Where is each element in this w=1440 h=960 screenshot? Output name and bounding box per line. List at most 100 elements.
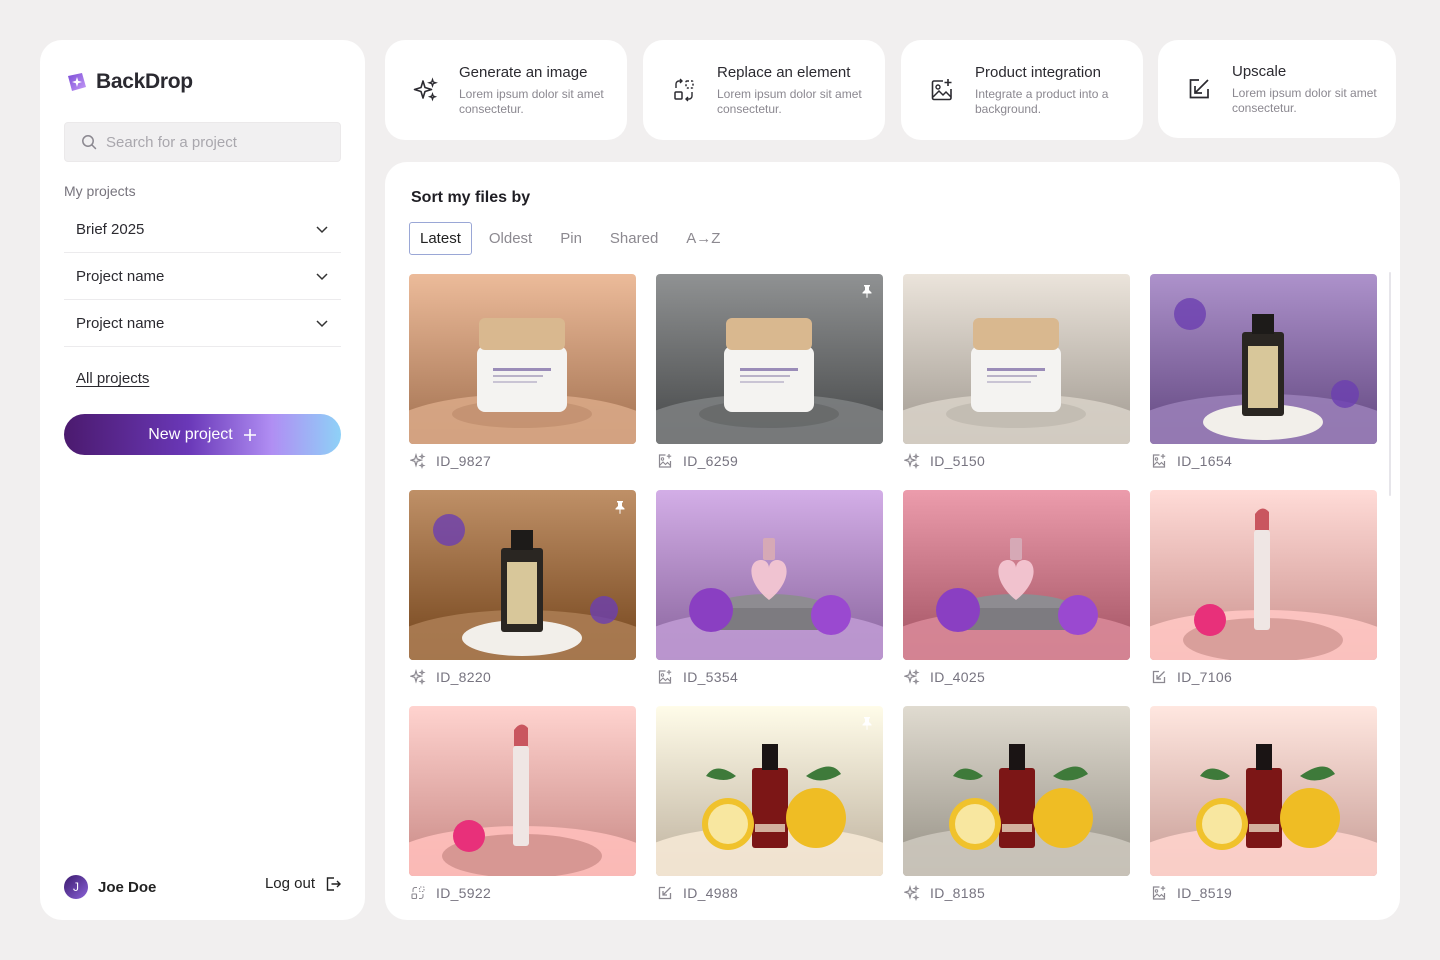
- card-description: Lorem ipsum dolor sit amet consectetur.: [459, 87, 604, 116]
- file-grid: ID_9827 ID_6259 ID_5150 ID_1654 ID_8220 …: [409, 274, 1377, 922]
- file-thumbnail[interactable]: [656, 274, 883, 444]
- file-meta: ID_6259: [656, 453, 883, 469]
- file-meta: ID_8519: [1150, 885, 1377, 901]
- thumbnail-image: [656, 706, 883, 876]
- sort-tabs: Latest Oldest Pin Shared A→Z: [409, 222, 737, 255]
- project-label: Project name: [76, 267, 165, 285]
- my-projects-label: My projects: [64, 183, 136, 199]
- pin-icon[interactable]: [614, 500, 626, 514]
- file-id: ID_5150: [930, 453, 986, 469]
- file-id: ID_4025: [930, 669, 986, 685]
- file-meta: ID_1654: [1150, 453, 1377, 469]
- tab-a-z[interactable]: A→Z: [675, 222, 731, 255]
- project-name-2[interactable]: Project name: [64, 300, 341, 347]
- file-id: ID_1654: [1177, 453, 1233, 469]
- thumbnail-image: [656, 490, 883, 660]
- file-id: ID_7106: [1177, 669, 1233, 685]
- new-project-button[interactable]: New project: [64, 414, 341, 455]
- thumbnail-image: [903, 490, 1130, 660]
- app-name: BackDrop: [96, 70, 193, 93]
- card-title: Product integration: [975, 64, 1101, 82]
- file-tile[interactable]: ID_5150: [903, 274, 1130, 490]
- card-description: Lorem ipsum dolor sit amet consectetur.: [717, 87, 862, 116]
- file-tile[interactable]: ID_6259: [656, 274, 883, 490]
- file-thumbnail[interactable]: [409, 490, 636, 660]
- file-meta: ID_4988: [656, 885, 883, 901]
- replace-element-card[interactable]: Replace an element Lorem ipsum dolor sit…: [643, 40, 885, 140]
- file-tile[interactable]: ID_1654: [1150, 274, 1377, 490]
- file-thumbnail[interactable]: [903, 490, 1130, 660]
- file-tile[interactable]: ID_9827: [409, 274, 636, 490]
- file-tile[interactable]: ID_4025: [903, 490, 1130, 706]
- file-meta: ID_5150: [903, 453, 1130, 469]
- upscale-card[interactable]: Upscale Lorem ipsum dolor sit amet conse…: [1158, 40, 1396, 138]
- file-id: ID_9827: [436, 453, 492, 469]
- image-plus-icon: [658, 670, 672, 684]
- all-projects-link[interactable]: All projects: [76, 370, 149, 387]
- file-thumbnail[interactable]: [409, 706, 636, 876]
- chevron-down-icon: [316, 273, 328, 281]
- thumbnail-image: [1150, 706, 1377, 876]
- thumbnail-image: [1150, 274, 1377, 444]
- file-tile[interactable]: ID_8220: [409, 490, 636, 706]
- file-thumbnail[interactable]: [656, 706, 883, 876]
- file-meta: ID_9827: [409, 453, 636, 469]
- brand[interactable]: BackDrop: [66, 70, 193, 94]
- user-name: Joe Doe: [98, 878, 157, 896]
- file-thumbnail[interactable]: [903, 274, 1130, 444]
- file-thumbnail[interactable]: [903, 706, 1130, 876]
- thumbnail-image: [903, 274, 1130, 444]
- thumbnail-image: [409, 274, 636, 444]
- chevron-down-icon: [316, 320, 328, 328]
- file-meta: ID_5922: [409, 885, 636, 901]
- search-input[interactable]: [106, 133, 326, 151]
- thumbnail-image: [903, 706, 1130, 876]
- file-thumbnail[interactable]: [1150, 706, 1377, 876]
- file-id: ID_8220: [436, 669, 492, 685]
- tab-shared[interactable]: Shared: [599, 222, 669, 255]
- sparkles-icon: [904, 453, 920, 469]
- user-profile[interactable]: J Joe Doe: [64, 875, 156, 899]
- image-plus-icon: [658, 454, 672, 468]
- file-tile[interactable]: ID_8185: [903, 706, 1130, 922]
- logout-button[interactable]: Log out: [265, 875, 341, 892]
- file-thumbnail[interactable]: [656, 490, 883, 660]
- file-id: ID_5922: [436, 885, 492, 901]
- file-tile[interactable]: ID_8519: [1150, 706, 1377, 922]
- sparkles-icon: [413, 77, 438, 102]
- file-thumbnail[interactable]: [409, 274, 636, 444]
- sidebar: BackDrop My projects Brief 2025 Project …: [40, 40, 365, 920]
- product-integration-card[interactable]: Product integration Integrate a product …: [901, 40, 1143, 140]
- card-title: Generate an image: [459, 64, 588, 82]
- generate-image-card[interactable]: Generate an image Lorem ipsum dolor sit …: [385, 40, 627, 140]
- project-search[interactable]: [64, 122, 341, 162]
- sparkles-icon: [904, 669, 920, 685]
- project-name-1[interactable]: Project name: [64, 253, 341, 300]
- file-meta: ID_7106: [1150, 669, 1377, 685]
- tab-latest[interactable]: Latest: [409, 222, 472, 255]
- image-plus-icon: [931, 79, 952, 101]
- avatar: J: [64, 875, 88, 899]
- files-panel: Sort my files by Latest Oldest Pin Share…: [385, 162, 1400, 920]
- file-tile[interactable]: ID_7106: [1150, 490, 1377, 706]
- sort-title: Sort my files by: [411, 189, 531, 206]
- project-label: Brief 2025: [76, 220, 145, 238]
- file-meta: ID_8220: [409, 669, 636, 685]
- upscale-icon: [1152, 670, 1166, 684]
- project-brief-2025[interactable]: Brief 2025: [64, 206, 341, 253]
- tab-pin[interactable]: Pin: [549, 222, 593, 255]
- upscale-icon: [658, 886, 672, 900]
- file-tile[interactable]: ID_5354: [656, 490, 883, 706]
- scrollbar[interactable]: [1389, 272, 1391, 496]
- replace-icon: [411, 886, 425, 900]
- backdrop-logo-icon: [68, 73, 86, 91]
- file-thumbnail[interactable]: [1150, 274, 1377, 444]
- tab-oldest[interactable]: Oldest: [478, 222, 543, 255]
- file-thumbnail[interactable]: [1150, 490, 1377, 660]
- file-tile[interactable]: ID_4988: [656, 706, 883, 922]
- pin-icon[interactable]: [861, 716, 873, 730]
- file-tile[interactable]: ID_5922: [409, 706, 636, 922]
- pin-icon[interactable]: [861, 284, 873, 298]
- thumbnail-image: [409, 490, 636, 660]
- card-description: Integrate a product into a background.: [975, 87, 1109, 116]
